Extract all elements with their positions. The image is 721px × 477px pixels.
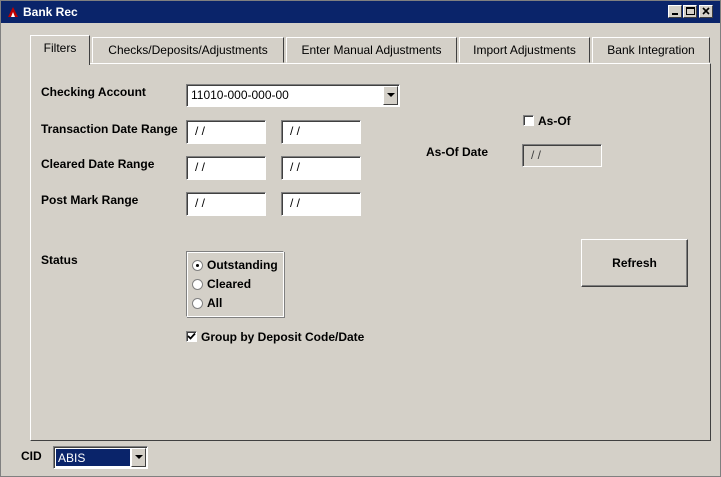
group-by-label[interactable]: Group by Deposit Code/Date — [201, 330, 364, 344]
minimize-icon — [672, 13, 678, 15]
status-outstanding-label[interactable]: Outstanding — [207, 258, 278, 272]
status-label: Status — [41, 253, 78, 267]
as-of-label: As-Of — [538, 114, 571, 128]
chevron-down-icon — [135, 455, 143, 459]
status-cleared-radio[interactable] — [192, 279, 203, 290]
cid-dropdown-button[interactable] — [131, 448, 146, 467]
post-mark-range-label: Post Mark Range — [41, 193, 139, 207]
transaction-date-from-field[interactable]: / / — [186, 120, 266, 144]
close-button[interactable] — [699, 5, 713, 18]
status-cleared-label[interactable]: Cleared — [207, 277, 251, 291]
post-mark-from-field[interactable]: / / — [186, 192, 266, 216]
as-of-date-field[interactable]: / / — [522, 144, 602, 167]
tab-bank-integration[interactable]: Bank Integration — [592, 37, 710, 63]
tab-checks-deposits-adjustments[interactable]: Checks/Deposits/Adjustments — [92, 37, 284, 63]
close-icon — [702, 7, 710, 15]
transaction-date-range-label: Transaction Date Range — [41, 122, 178, 136]
cid-select[interactable]: ABIS — [53, 446, 148, 469]
checkmark-icon — [187, 332, 196, 340]
filters-panel: Checking Account 11010-000-000-00 Transa… — [30, 63, 711, 441]
maximize-icon — [686, 7, 695, 15]
transaction-date-to-field[interactable]: / / — [281, 120, 361, 144]
chevron-down-icon — [387, 93, 395, 97]
tab-import-adjustments[interactable]: Import Adjustments — [459, 37, 590, 63]
status-outstanding-radio[interactable] — [192, 260, 203, 271]
cleared-date-range-label: Cleared Date Range — [41, 157, 155, 171]
cid-label: CID — [21, 449, 42, 463]
app-icon — [6, 5, 20, 19]
checking-account-dropdown-button[interactable] — [383, 86, 398, 105]
group-by-checkbox[interactable] — [186, 331, 197, 342]
checking-account-value: 11010-000-000-00 — [191, 88, 289, 102]
status-all-label[interactable]: All — [207, 296, 222, 310]
cid-value: ABIS — [58, 451, 86, 465]
checking-account-label: Checking Account — [41, 85, 146, 99]
bank-rec-window: Bank Rec Filters Checks/Deposits/Adjustm… — [0, 0, 721, 477]
title-bar[interactable]: Bank Rec — [1, 1, 720, 23]
cleared-date-from-field[interactable]: / / — [186, 156, 266, 180]
status-all-radio[interactable] — [192, 298, 203, 309]
window-title: Bank Rec — [23, 5, 78, 19]
status-group: Outstanding Cleared All — [186, 251, 284, 317]
post-mark-to-field[interactable]: / / — [281, 192, 361, 216]
tab-filters[interactable]: Filters — [30, 35, 90, 65]
cleared-date-to-field[interactable]: / / — [281, 156, 361, 180]
tab-enter-manual-adjustments[interactable]: Enter Manual Adjustments — [286, 37, 457, 63]
minimize-button[interactable] — [668, 5, 682, 18]
checking-account-select[interactable]: 11010-000-000-00 — [186, 84, 400, 107]
as-of-checkbox[interactable] — [523, 115, 534, 126]
refresh-button[interactable]: Refresh — [581, 239, 688, 287]
maximize-button[interactable] — [683, 5, 697, 18]
as-of-date-label: As-Of Date — [426, 145, 489, 159]
